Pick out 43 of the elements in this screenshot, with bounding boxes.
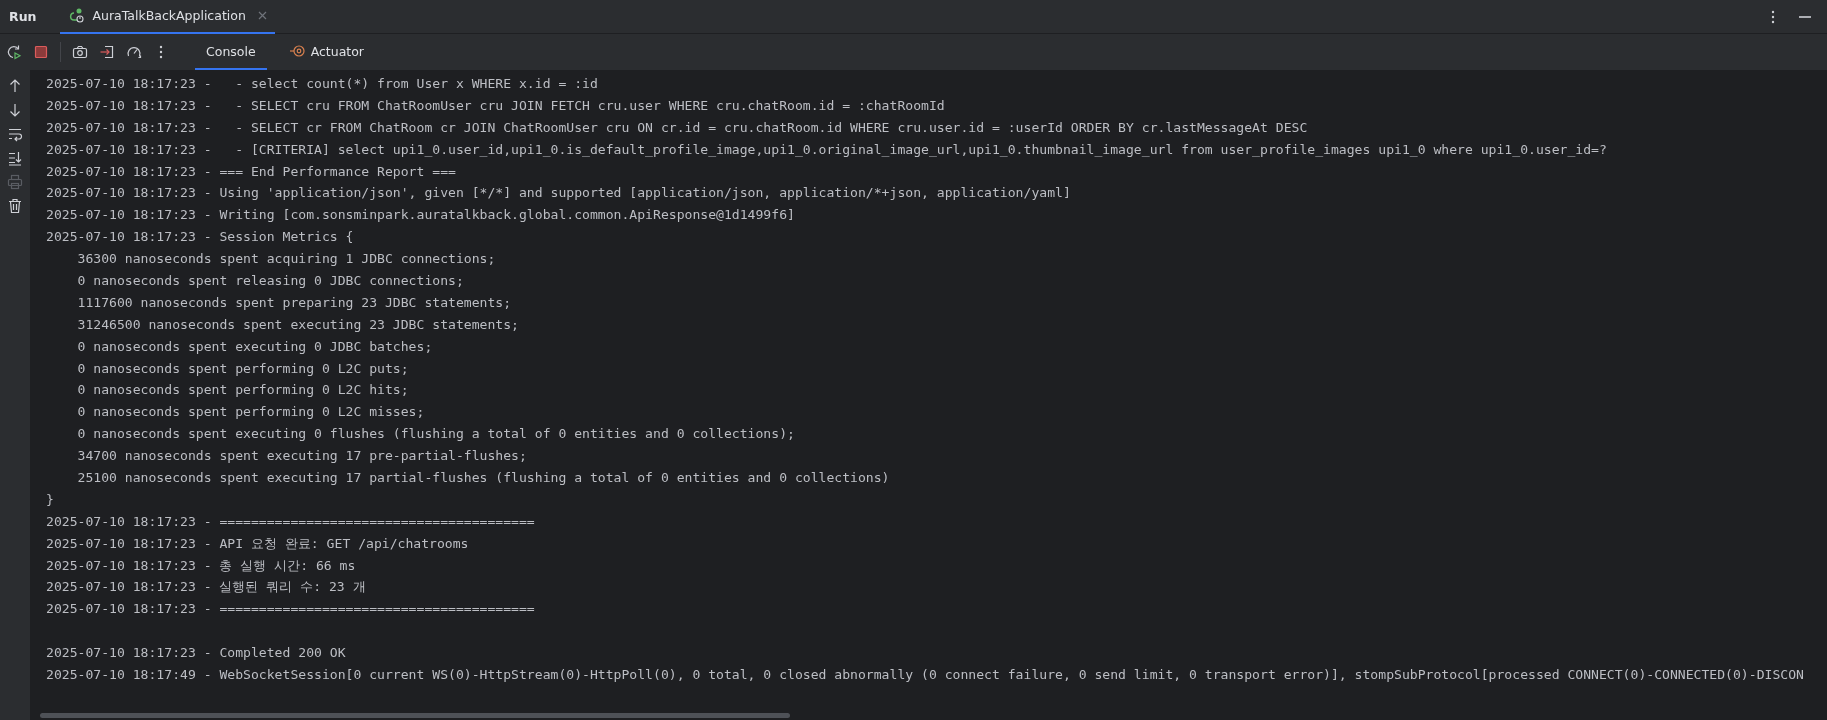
log-line: 2025-07-10 18:17:23 - API 요청 완료: GET /api/chatrooms — [46, 534, 469, 553]
log-line: 2025-07-10 18:17:23 - 총 실행 시간: 66 ms — [46, 556, 356, 575]
scroll-to-end-icon[interactable] — [7, 150, 23, 166]
log-line: 2025-07-10 18:17:23 - 실행된 쿼리 수: 23 개 — [46, 578, 366, 597]
exit-icon[interactable] — [99, 44, 115, 60]
log-line: 2025-07-10 18:17:23 - - select count(*) from User x WHERE x.id = :id — [46, 75, 598, 93]
rerun-icon[interactable] — [6, 44, 22, 60]
log-line: 31246500 nanoseconds spent executing 23 JDBC statements; — [76, 315, 519, 334]
log-line: 2025-07-10 18:17:49 - WebSocketSession[0 current WS(0)-HttpStream(0)-HttpPoll(0), 0 total, 0 closed abnormally (0 connect failure, 0 send limit, 0 transport error)], stompSubProtocol[processed CONNECT(0)-CONNECTED(0)-DISCON — [46, 666, 1804, 685]
app-icon — [68, 7, 87, 24]
log-line: 2025-07-10 18:17:23 - - SELECT cr FROM ChatRoom cr JOIN ChatRoomUser cru ON cr.id = cru.chatRoom.id WHERE cru.user.id = :userId ORDER BY cr.lastMessageAt DESC — [46, 118, 1308, 137]
camera-icon[interactable] — [72, 44, 88, 60]
scrollbar-thumb[interactable] — [40, 713, 790, 718]
log-line: 2025-07-10 18:17:23 - Using 'application/json', given [*/*] and supported [application/json, application/*+json, application/yaml] — [46, 184, 1071, 203]
log-line: 0 nanoseconds spent performing 0 L2C puts; — [76, 359, 409, 378]
log-line: 0 nanoseconds spent executing 0 flushes (flushing a total of 0 entities and 0 collections); — [76, 425, 795, 444]
log-line: 0 nanoseconds spent releasing 0 JDBC connections; — [76, 272, 464, 290]
down-arrow-icon[interactable] — [7, 102, 23, 118]
log-line: } — [46, 490, 54, 509]
log-line: 0 nanoseconds spent performing 0 L2C hits; — [76, 381, 409, 400]
gauge-icon[interactable] — [126, 44, 142, 60]
log-line: 0 nanoseconds spent performing 0 L2C misses; — [76, 403, 425, 422]
log-line: 0 nanoseconds spent executing 0 JDBC batches; — [76, 337, 433, 356]
log-line: 1117600 nanoseconds spent preparing 23 JDBC statements; — [76, 293, 512, 312]
console-tab[interactable]: Console — [195, 34, 267, 70]
console-tab[interactable]: Actuator — [277, 34, 375, 70]
log-line: 2025-07-10 18:17:23 - === End Performance Report === — [46, 162, 456, 181]
target-icon — [288, 43, 305, 59]
log-line: 2025-07-10 18:17:23 - Writing [com.sonsminpark.auratalkback.global.common.ApiResponse@1d1499f6] — [46, 206, 795, 225]
log-line: 2025-07-10 18:17:23 - - [CRITERIA] select upi1_0.user_id,upi1_0.is_default_profile_image,upi1_0.original_image_url,upi1_0.thumbnail_image_url from user_profile_images upi1_0 where upi1_0.user_id=? — [46, 140, 1607, 159]
log-line: 2025-07-10 18:17:23 - Completed 200 OK — [46, 644, 346, 663]
log-line: 2025-07-10 18:17:23 - ======================================== — [46, 600, 535, 619]
log-line: 25100 nanoseconds spent executing 17 partial-flushes (flushing a total of 0 entities and 0 collections) — [76, 469, 890, 488]
log-line: 2025-07-10 18:17:23 - - SELECT cru FROM ChatRoomUser cru JOIN FETCH cru.user WHERE cru.chatRoom.id = :chatRoomId — [46, 96, 945, 115]
stop-icon[interactable] — [33, 44, 49, 60]
close-icon[interactable] — [257, 11, 267, 20]
log-line: 34700 nanoseconds spent executing 17 pre-partial-flushes; — [76, 447, 527, 466]
log-line: 36300 nanoseconds spent acquiring 1 JDBC connections; — [76, 250, 496, 269]
trash-icon[interactable] — [7, 198, 23, 214]
panel-title: Run — [8, 9, 38, 24]
soft-wrap-icon[interactable] — [7, 126, 23, 142]
log-line: 2025-07-10 18:17:23 - ======================================== — [46, 512, 535, 531]
log-line: 2025-07-10 18:17:23 - Session Metrics { — [46, 228, 354, 247]
